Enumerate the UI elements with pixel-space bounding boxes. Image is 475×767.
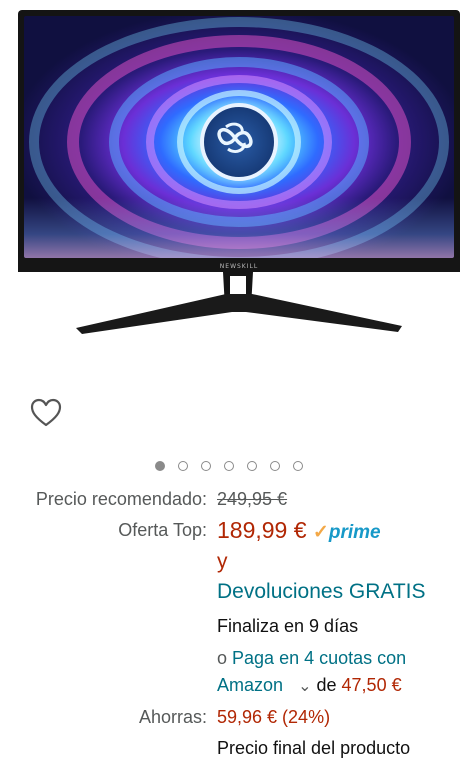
prime-badge[interactable]: ✓prime <box>313 522 381 543</box>
carousel-dot[interactable] <box>293 461 303 471</box>
carousel-dot[interactable] <box>270 461 280 471</box>
installments-amount: 47,50 € <box>341 675 402 695</box>
installments-line-2: Amazon ⌄ de 47,50 € <box>217 673 402 699</box>
recommended-price: 249,95 € <box>217 489 288 509</box>
image-carousel-dots <box>155 461 303 475</box>
monitor-screen <box>24 16 454 258</box>
installments-link-amazon[interactable]: Amazon <box>217 675 283 695</box>
offer-price-row: 189,99 € ✓prime <box>217 516 381 547</box>
monitor-bezel: NEWSKILL <box>18 10 460 272</box>
brand-logo-icon <box>200 102 278 181</box>
free-returns-link[interactable]: Devoluciones GRATIS <box>217 577 426 607</box>
carousel-dot[interactable] <box>224 461 234 471</box>
chevron-down-icon[interactable]: ⌄ <box>298 678 311 695</box>
recommended-price-label: Precio recomendado: <box>35 489 207 509</box>
carousel-dot[interactable] <box>178 461 188 471</box>
installments-prefix: o <box>217 648 228 668</box>
installments-of: de <box>316 675 337 695</box>
prime-label: prime <box>328 522 381 543</box>
monitor-stand <box>76 294 402 334</box>
carousel-dot[interactable] <box>201 461 211 471</box>
brand-mark: NEWSKILL <box>219 263 259 270</box>
deal-ends-text: Finaliza en 9 días <box>217 616 359 636</box>
savings-value: 59,96 € (24%) <box>217 707 331 727</box>
prime-check-icon: ✓ <box>312 522 329 543</box>
carousel-dot[interactable] <box>155 461 165 471</box>
wishlist-button[interactable] <box>30 398 62 428</box>
product-image[interactable]: NEWSKILL <box>0 0 475 345</box>
offer-label: Oferta Top: <box>118 520 207 540</box>
final-price-note: Precio final del producto <box>217 738 411 758</box>
installments-line-1: o Paga en 4 cuotas con <box>217 646 406 670</box>
and-word: y <box>217 550 228 573</box>
offer-price: 189,99 € <box>217 517 307 543</box>
carousel-dot[interactable] <box>247 461 257 471</box>
savings-label: Ahorras: <box>138 707 207 727</box>
installments-link[interactable]: Paga en 4 cuotas con <box>232 648 406 668</box>
heart-outline-icon <box>30 398 62 427</box>
